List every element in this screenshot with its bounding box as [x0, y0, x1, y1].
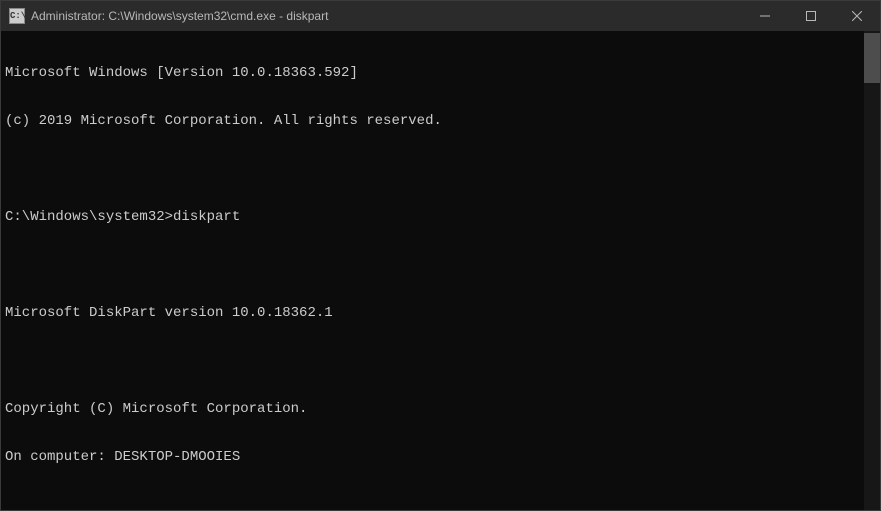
terminal-line	[5, 161, 876, 177]
terminal-line: Microsoft DiskPart version 10.0.18362.1	[5, 305, 876, 321]
terminal-line: On computer: DESKTOP-DMOOIES	[5, 449, 876, 465]
terminal-line	[5, 497, 876, 510]
cmd-icon: C:\	[9, 8, 25, 24]
maximize-button[interactable]	[788, 1, 834, 31]
terminal-area[interactable]: Microsoft Windows [Version 10.0.18363.59…	[1, 31, 880, 510]
close-icon	[852, 11, 862, 21]
scrollbar-thumb[interactable]	[864, 33, 880, 83]
scrollbar-track[interactable]	[864, 31, 880, 510]
terminal-line: (c) 2019 Microsoft Corporation. All righ…	[5, 113, 876, 129]
minimize-icon	[760, 11, 770, 21]
terminal-line: Microsoft Windows [Version 10.0.18363.59…	[5, 65, 876, 81]
close-button[interactable]	[834, 1, 880, 31]
titlebar[interactable]: C:\ Administrator: C:\Windows\system32\c…	[1, 1, 880, 31]
cmd-window: C:\ Administrator: C:\Windows\system32\c…	[0, 0, 881, 511]
window-title: Administrator: C:\Windows\system32\cmd.e…	[31, 9, 742, 23]
terminal-line	[5, 353, 876, 369]
minimize-button[interactable]	[742, 1, 788, 31]
maximize-icon	[806, 11, 816, 21]
terminal-line: C:\Windows\system32>diskpart	[5, 209, 876, 225]
window-controls	[742, 1, 880, 31]
terminal-line	[5, 257, 876, 273]
terminal-line: Copyright (C) Microsoft Corporation.	[5, 401, 876, 417]
